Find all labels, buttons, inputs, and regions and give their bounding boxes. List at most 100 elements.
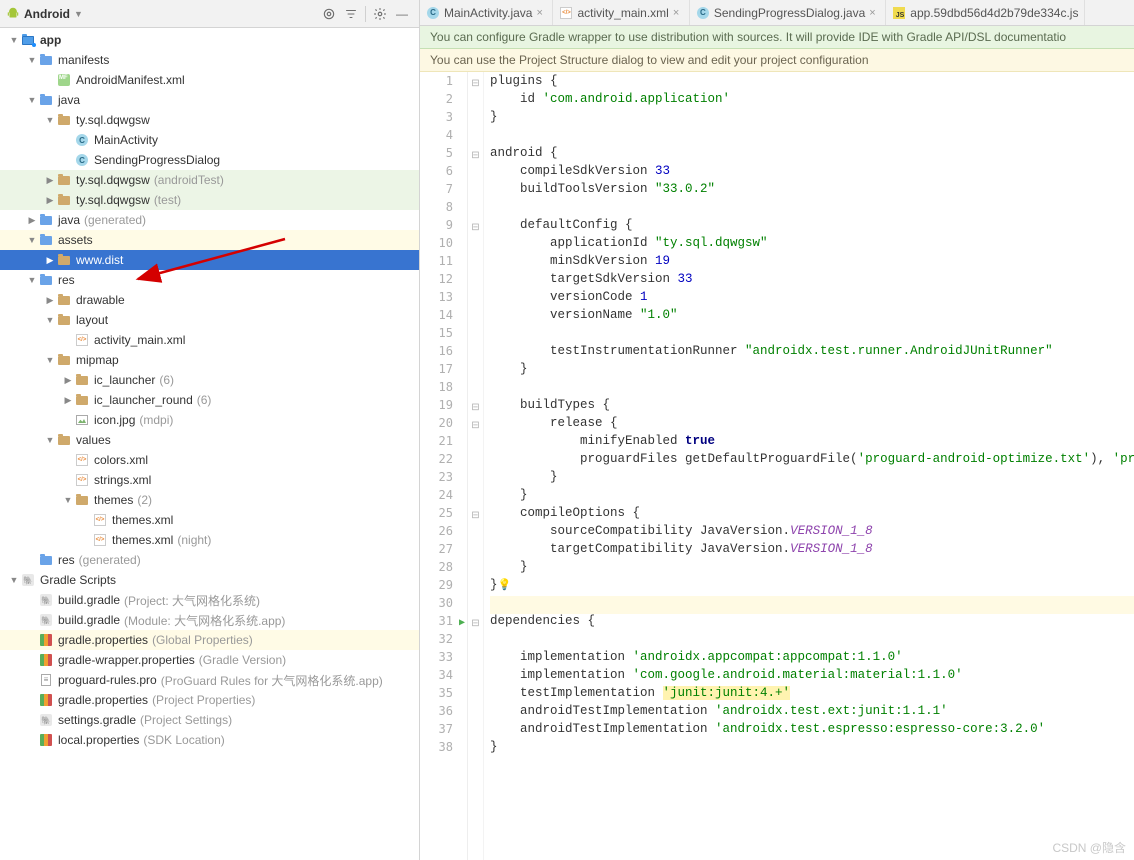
editor-tab[interactable]: activity_main.xml× bbox=[553, 0, 689, 25]
expand-arrow-icon[interactable] bbox=[44, 175, 56, 186]
tree-item[interactable]: activity_main.xml bbox=[0, 330, 419, 350]
line-number[interactable]: 7 bbox=[420, 182, 467, 200]
expand-arrow-icon[interactable] bbox=[44, 195, 56, 206]
expand-arrow-icon[interactable] bbox=[26, 95, 38, 105]
line-number[interactable]: 17 bbox=[420, 362, 467, 380]
fold-marker[interactable] bbox=[468, 146, 483, 164]
code-line[interactable]: } bbox=[490, 740, 1134, 758]
code-line[interactable]: } bbox=[490, 488, 1134, 506]
tree-item[interactable]: mipmap bbox=[0, 350, 419, 370]
fold-marker[interactable] bbox=[468, 416, 483, 434]
code-line[interactable] bbox=[490, 128, 1134, 146]
code-line[interactable] bbox=[490, 326, 1134, 344]
tree-item[interactable]: settings.gradle(Project Settings) bbox=[0, 710, 419, 730]
line-number[interactable]: 33 bbox=[420, 650, 467, 668]
line-number[interactable]: 1 bbox=[420, 74, 467, 92]
expand-arrow-icon[interactable] bbox=[62, 395, 74, 406]
tree-item[interactable]: layout bbox=[0, 310, 419, 330]
line-number-gutter[interactable]: 1234567891011121314151617181920212223242… bbox=[420, 72, 468, 860]
expand-arrow-icon[interactable] bbox=[44, 255, 56, 266]
line-number[interactable]: 36 bbox=[420, 704, 467, 722]
tree-item[interactable]: build.gradle(Module: 大气网格化系统.app) bbox=[0, 610, 419, 630]
tree-item[interactable]: res(generated) bbox=[0, 550, 419, 570]
editor-tab[interactable]: JSapp.59dbd56d4d2b79de334c.js bbox=[886, 0, 1085, 25]
line-number[interactable]: 29 bbox=[420, 578, 467, 596]
tree-item[interactable]: res bbox=[0, 270, 419, 290]
code-line[interactable]: implementation 'androidx.appcompat:appco… bbox=[490, 650, 1134, 668]
line-number[interactable]: 23 bbox=[420, 470, 467, 488]
panel-view-selector[interactable]: Android ▼ bbox=[6, 7, 83, 21]
line-number[interactable]: 9 bbox=[420, 218, 467, 236]
code-line[interactable]: targetSdkVersion 33 bbox=[490, 272, 1134, 290]
code-line[interactable]: testImplementation 'junit:junit:4.+' bbox=[490, 686, 1134, 704]
expand-arrow-icon[interactable] bbox=[62, 375, 74, 386]
line-number[interactable]: 11 bbox=[420, 254, 467, 272]
tree-item[interactable]: values bbox=[0, 430, 419, 450]
fold-marker[interactable] bbox=[468, 506, 483, 524]
code-line[interactable]: defaultConfig { bbox=[490, 218, 1134, 236]
line-number[interactable]: 25 bbox=[420, 506, 467, 524]
tree-item[interactable]: colors.xml bbox=[0, 450, 419, 470]
line-number[interactable]: 2 bbox=[420, 92, 467, 110]
filter-icon[interactable] bbox=[342, 5, 360, 23]
tree-item[interactable]: themes.xml bbox=[0, 510, 419, 530]
line-number[interactable]: 30 bbox=[420, 596, 467, 614]
tree-item[interactable]: gradle.properties(Global Properties) bbox=[0, 630, 419, 650]
code-line[interactable]: }💡 bbox=[490, 578, 1134, 596]
tree-item[interactable]: manifests bbox=[0, 50, 419, 70]
line-number[interactable]: 31▶ bbox=[420, 614, 467, 632]
code-line[interactable]: proguardFiles getDefaultProguardFile('pr… bbox=[490, 452, 1134, 470]
project-tree[interactable]: appmanifestsAndroidManifest.xmljavaty.sq… bbox=[0, 28, 419, 860]
line-number[interactable]: 3 bbox=[420, 110, 467, 128]
close-icon[interactable]: × bbox=[673, 7, 683, 19]
expand-arrow-icon[interactable] bbox=[8, 575, 20, 585]
code-line[interactable]: } bbox=[490, 110, 1134, 128]
tree-item[interactable]: ic_launcher(6) bbox=[0, 370, 419, 390]
code-line[interactable] bbox=[490, 200, 1134, 218]
code-line[interactable]: minSdkVersion 19 bbox=[490, 254, 1134, 272]
tree-item[interactable]: CSendingProgressDialog bbox=[0, 150, 419, 170]
code-editor[interactable]: 1234567891011121314151617181920212223242… bbox=[420, 72, 1134, 860]
tree-item[interactable]: ty.sql.dqwgsw(test) bbox=[0, 190, 419, 210]
tree-item[interactable]: gradle-wrapper.properties(Gradle Version… bbox=[0, 650, 419, 670]
run-gutter-icon[interactable]: ▶ bbox=[459, 617, 465, 628]
line-number[interactable]: 6 bbox=[420, 164, 467, 182]
line-number[interactable]: 32 bbox=[420, 632, 467, 650]
tree-item[interactable]: assets bbox=[0, 230, 419, 250]
fold-gutter[interactable] bbox=[468, 72, 484, 860]
line-number[interactable]: 16 bbox=[420, 344, 467, 362]
tree-item[interactable]: themes(2) bbox=[0, 490, 419, 510]
line-number[interactable]: 12 bbox=[420, 272, 467, 290]
expand-arrow-icon[interactable] bbox=[44, 115, 56, 125]
tree-item[interactable]: Gradle Scripts bbox=[0, 570, 419, 590]
target-icon[interactable] bbox=[320, 5, 338, 23]
close-icon[interactable]: × bbox=[536, 7, 546, 19]
line-number[interactable]: 38 bbox=[420, 740, 467, 758]
tree-item[interactable]: AndroidManifest.xml bbox=[0, 70, 419, 90]
code-line[interactable]: } bbox=[490, 362, 1134, 380]
code-line[interactable]: sourceCompatibility JavaVersion.VERSION_… bbox=[490, 524, 1134, 542]
line-number[interactable]: 26 bbox=[420, 524, 467, 542]
code-line[interactable]: implementation 'com.google.android.mater… bbox=[490, 668, 1134, 686]
code-line[interactable]: minifyEnabled true bbox=[490, 434, 1134, 452]
code-line[interactable] bbox=[490, 632, 1134, 650]
code-line[interactable]: } bbox=[490, 470, 1134, 488]
line-number[interactable]: 8 bbox=[420, 200, 467, 218]
line-number[interactable]: 20 bbox=[420, 416, 467, 434]
editor-tab[interactable]: CMainActivity.java× bbox=[420, 0, 553, 25]
tree-item[interactable]: drawable bbox=[0, 290, 419, 310]
tree-item[interactable]: local.properties(SDK Location) bbox=[0, 730, 419, 750]
expand-arrow-icon[interactable] bbox=[44, 315, 56, 325]
expand-arrow-icon[interactable] bbox=[26, 235, 38, 245]
code-line[interactable]: versionCode 1 bbox=[490, 290, 1134, 308]
code-line[interactable]: dependencies { bbox=[490, 614, 1134, 632]
expand-arrow-icon[interactable] bbox=[26, 275, 38, 285]
code-line[interactable]: android { bbox=[490, 146, 1134, 164]
code-line[interactable]: buildTypes { bbox=[490, 398, 1134, 416]
expand-arrow-icon[interactable] bbox=[26, 215, 38, 226]
tree-item[interactable]: app bbox=[0, 30, 419, 50]
line-number[interactable]: 27 bbox=[420, 542, 467, 560]
expand-arrow-icon[interactable] bbox=[44, 295, 56, 306]
tree-item[interactable]: CMainActivity bbox=[0, 130, 419, 150]
line-number[interactable]: 10 bbox=[420, 236, 467, 254]
